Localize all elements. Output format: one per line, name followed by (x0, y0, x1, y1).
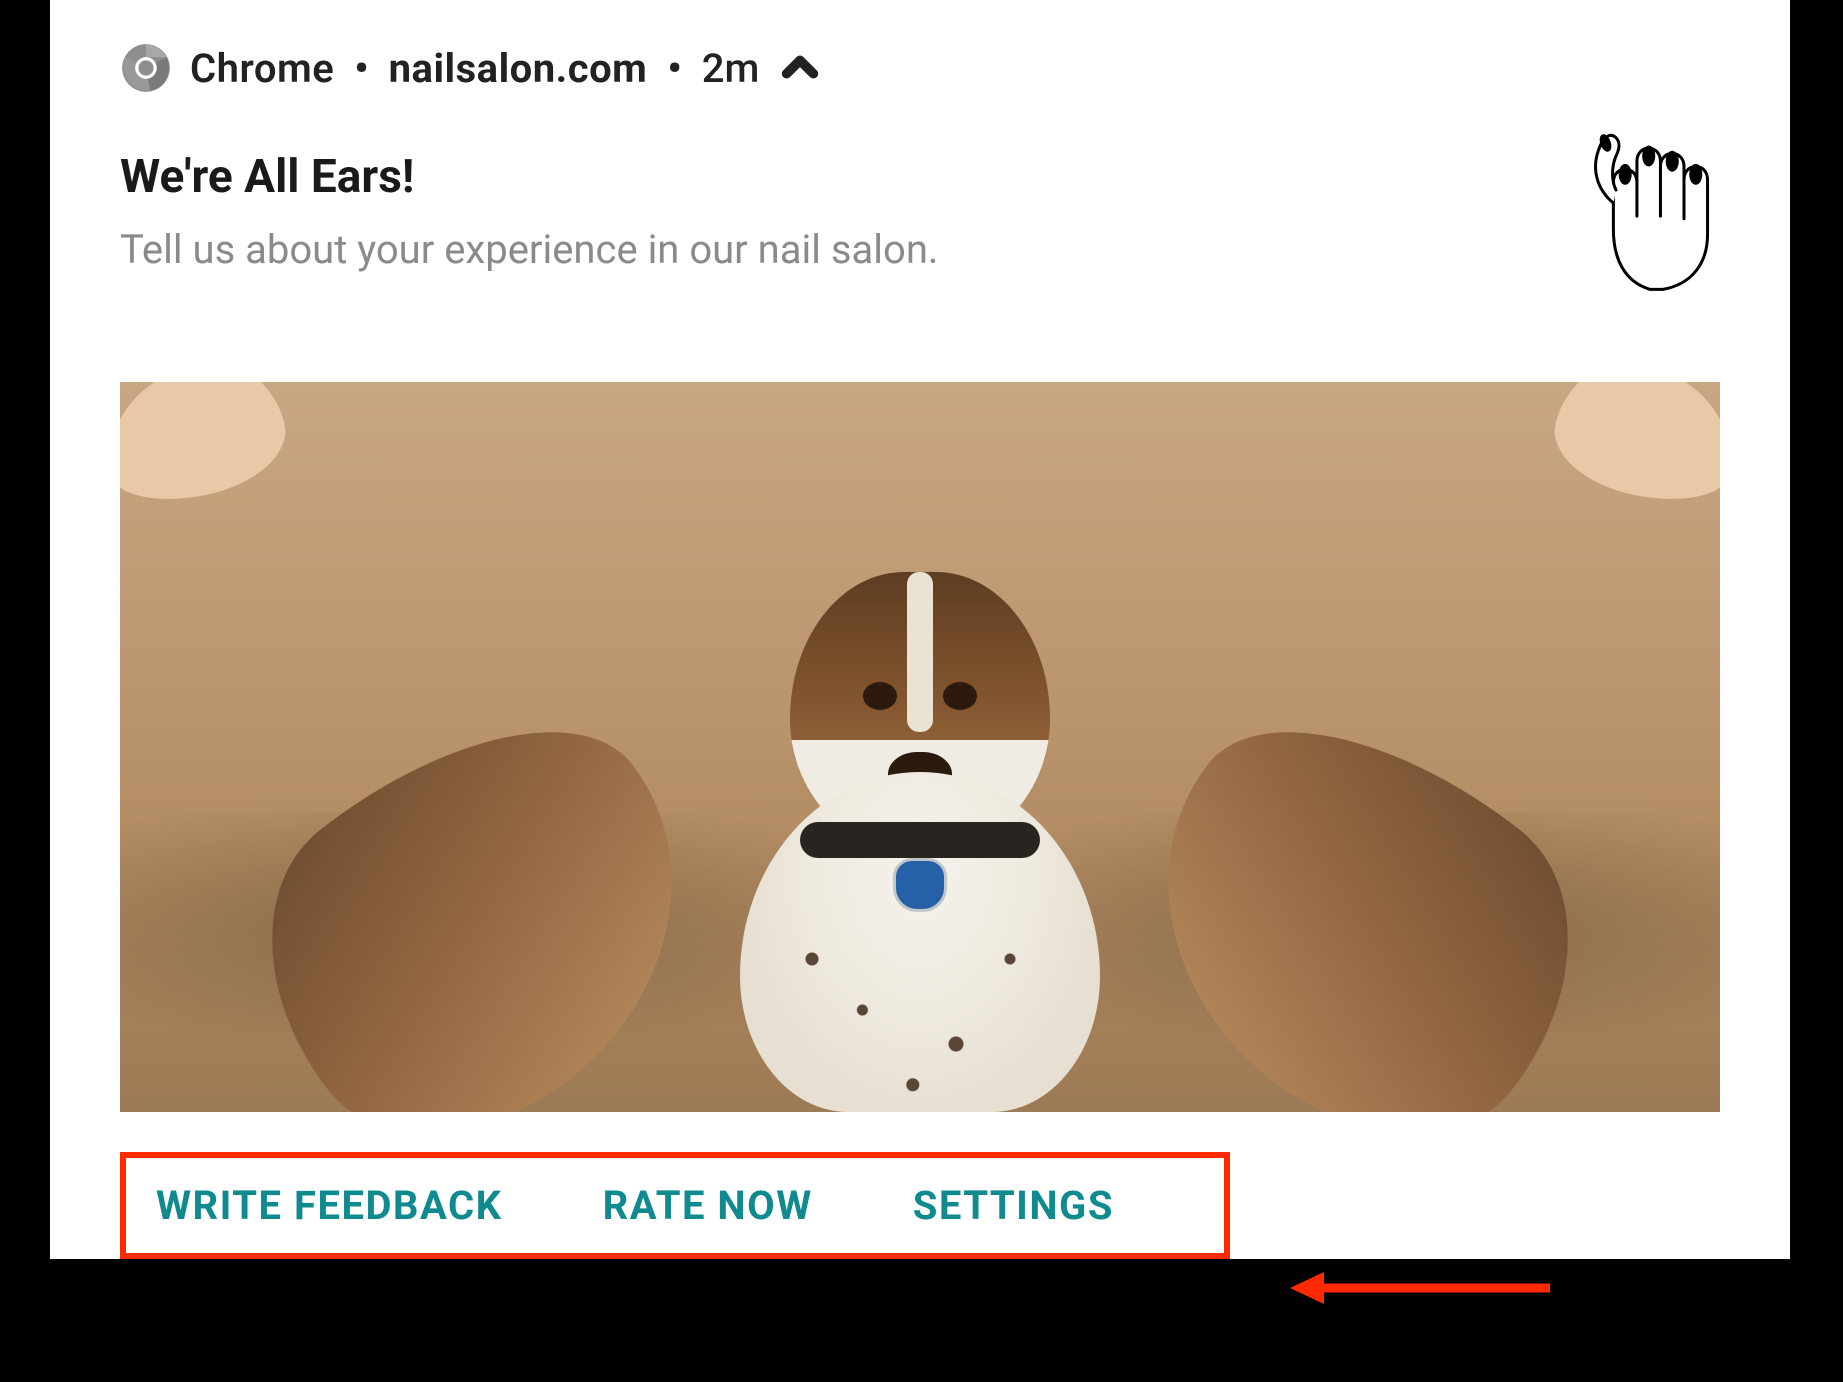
settings-button[interactable]: SETTINGS (913, 1182, 1114, 1229)
site-name-label: nailsalon.com (389, 45, 648, 92)
write-feedback-button[interactable]: WRITE FEEDBACK (156, 1182, 503, 1229)
notification-body: We're All Ears! Tell us about your exper… (50, 94, 1790, 292)
time-label: 2m (702, 45, 760, 92)
arrow-left-icon (1290, 1268, 1550, 1308)
notification-subtitle: Tell us about your experience in our nai… (120, 226, 1570, 273)
separator-dot: • (354, 45, 368, 92)
notification-title: We're All Ears! (120, 150, 1570, 204)
rate-now-button[interactable]: RATE NOW (603, 1182, 813, 1229)
app-name-label: Chrome (190, 45, 334, 92)
notification-hero-image (120, 382, 1720, 1112)
chrome-icon (120, 42, 172, 94)
notification-header: Chrome • nailsalon.com • 2m (50, 42, 1790, 94)
notification-card: Chrome • nailsalon.com • 2m We're All Ea… (50, 0, 1790, 1259)
chevron-up-icon[interactable] (777, 45, 823, 91)
separator-dot: • (667, 45, 681, 92)
action-buttons-highlight-box: WRITE FEEDBACK RATE NOW SETTINGS (120, 1152, 1230, 1259)
nail-hand-logo-icon (1570, 122, 1730, 292)
